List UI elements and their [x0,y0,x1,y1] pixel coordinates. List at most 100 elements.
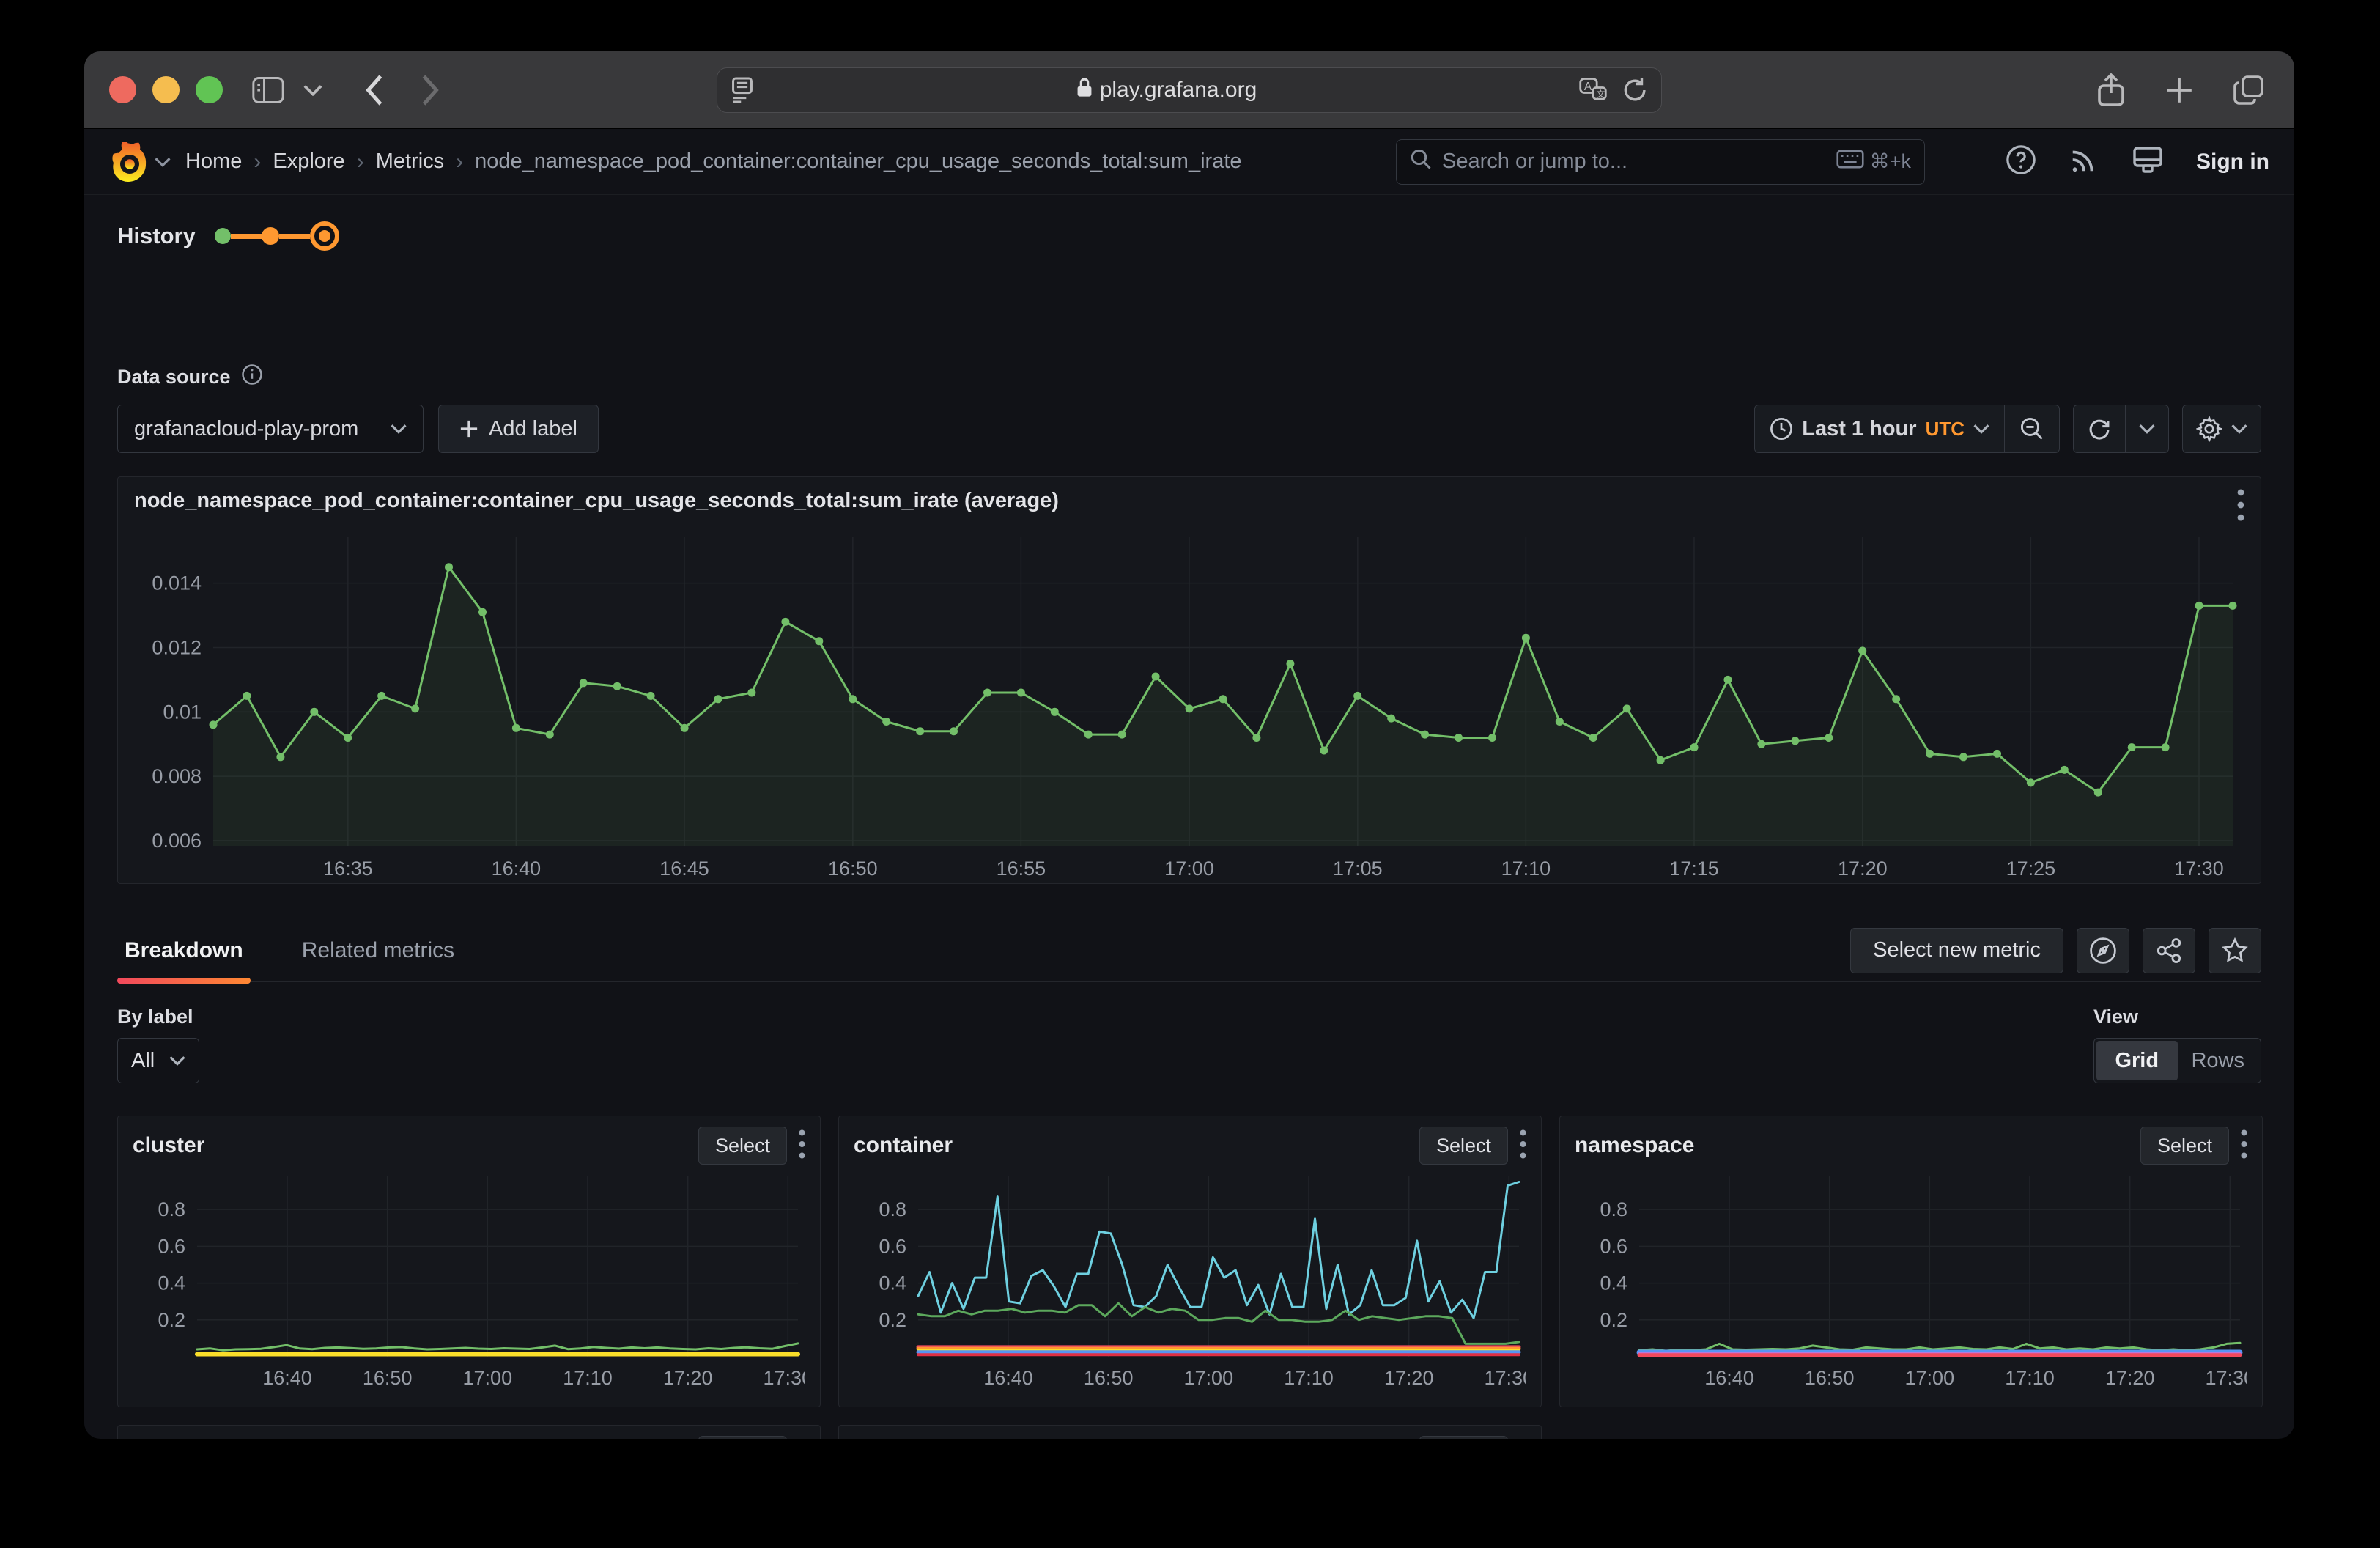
svg-text:17:20: 17:20 [1384,1367,1434,1389]
screen-monitor-icon[interactable] [2132,144,2164,180]
svg-text:16:40: 16:40 [983,1367,1033,1389]
tab-related-metrics[interactable]: Related metrics [295,919,462,981]
breadcrumb: Home › Explore › Metrics › node_namespac… [185,150,1242,174]
address-bar[interactable]: play.grafana.org A文 [717,67,1662,113]
select-button[interactable]: Select [698,1436,787,1439]
breadcrumb-separator: › [456,150,463,174]
view-grid-option[interactable]: Grid [2096,1041,2178,1080]
select-new-metric-button[interactable]: Select new metric [1850,928,2063,973]
new-tab-button[interactable] [2164,73,2195,108]
back-button[interactable] [365,75,384,106]
tabs-row: Breakdown Related metrics Select new met… [117,919,2261,982]
breadcrumb-home[interactable]: Home [185,150,242,174]
explore-metrics-page: History Data source grafanacloud-play-pr… [84,195,2294,1438]
panel-menu-kebab-icon[interactable] [799,1439,805,1440]
sign-in-button[interactable]: Sign in [2196,150,2269,174]
panel-menu-kebab-icon[interactable] [2237,489,2244,525]
panel-menu-kebab-icon[interactable] [1520,1129,1526,1162]
select-button[interactable]: Select [698,1127,787,1165]
forward-button[interactable] [421,75,440,106]
panel-menu-kebab-icon[interactable] [1520,1439,1526,1440]
grafana-nav-bar: Home › Explore › Metrics › node_namespac… [84,129,2294,195]
svg-text:16:35: 16:35 [323,858,373,880]
zoom-window-button[interactable] [196,76,223,103]
refresh-picker [2073,405,2169,453]
select-button[interactable]: Select [2140,1127,2229,1165]
svg-text:17:00: 17:00 [1184,1367,1234,1389]
tab-breakdown[interactable]: Breakdown [117,919,251,981]
select-button[interactable]: Select [1419,1127,1508,1165]
container-chart[interactable]: 16:4016:5017:0017:1017:2017:300.20.40.60… [854,1166,1526,1393]
select-button[interactable]: Select [1419,1436,1508,1439]
breakdown-panel-namespace: namespace Select 16:4016:5017:0017:1017:… [1559,1116,2263,1407]
reload-icon[interactable] [1623,76,1648,104]
tab-group-chevron-icon[interactable] [303,84,322,96]
svg-text:16:40: 16:40 [262,1367,312,1389]
svg-text:0.4: 0.4 [1600,1272,1627,1294]
help-icon[interactable] [2006,144,2036,179]
breadcrumb-metrics[interactable]: Metrics [376,150,444,174]
time-range-picker[interactable]: Last 1 hour UTC [1754,405,2060,453]
svg-text:0.2: 0.2 [879,1309,906,1331]
history-current-step-icon[interactable] [310,221,339,251]
share-icon[interactable] [2096,73,2126,108]
close-window-button[interactable] [109,76,136,103]
reader-view-icon[interactable] [731,75,754,105]
browser-window: play.grafana.org A文 [84,51,2294,1439]
browser-toolbar: play.grafana.org A文 [84,51,2294,129]
history-step-icon[interactable] [262,227,279,245]
refresh-interval-dropdown[interactable] [2126,405,2168,452]
chevron-down-icon [2231,424,2247,434]
translate-icon[interactable]: A文 [1579,76,1607,104]
sidebar-icon[interactable] [252,76,284,104]
chevron-down-icon [1973,424,1989,434]
add-label-button[interactable]: Add label [438,405,599,453]
compass-icon [2089,937,2117,965]
svg-text:0.8: 0.8 [879,1198,906,1220]
minimize-window-button[interactable] [152,76,180,103]
svg-text:17:00: 17:00 [1905,1367,1955,1389]
share-metric-button[interactable] [2143,928,2195,973]
svg-text:0.014: 0.014 [152,572,202,594]
main-timeseries-chart[interactable]: 16:3516:4016:4516:5016:5517:0017:0517:10… [134,525,2243,884]
bookmark-star-button[interactable] [2209,928,2261,973]
panel-menu-kebab-icon[interactable] [2241,1129,2247,1162]
info-icon[interactable] [241,364,263,391]
tab-overview-icon[interactable] [2233,73,2265,108]
svg-text:0.2: 0.2 [158,1309,185,1331]
zoom-out-icon [2019,416,2044,441]
svg-text:17:20: 17:20 [1838,858,1888,880]
svg-text:17:10: 17:10 [1501,858,1551,880]
svg-text:17:15: 17:15 [1669,858,1719,880]
settings-menu[interactable] [2182,405,2261,453]
refresh-icon [2087,416,2112,441]
history-timeline[interactable] [215,221,339,251]
history-step-icon[interactable] [215,228,231,244]
svg-text:0.6: 0.6 [1600,1235,1627,1257]
news-rss-icon[interactable] [2069,144,2099,179]
svg-text:17:30: 17:30 [1485,1367,1526,1389]
panel-menu-kebab-icon[interactable] [799,1129,805,1162]
datasource-select[interactable]: grafanacloud-play-prom [117,405,424,453]
svg-text:17:00: 17:00 [1164,858,1214,880]
svg-text:16:55: 16:55 [997,858,1046,880]
search-icon [1410,148,1432,176]
view-rows-option[interactable]: Rows [2178,1041,2259,1080]
breakdown-grid: cluster Select 16:4016:5017:0017:1017:20… [117,1116,2261,1439]
zoom-out-time-button[interactable] [2005,405,2059,452]
breadcrumb-explore[interactable]: Explore [273,150,344,174]
namespace-chart[interactable]: 16:4016:5017:0017:1017:2017:300.20.40.60… [1575,1166,2247,1393]
search-shortcut: ⌘+k [1870,150,1911,173]
svg-text:16:50: 16:50 [828,858,878,880]
explore-compass-button[interactable] [2077,928,2129,973]
by-label-select[interactable]: All [117,1038,199,1083]
refresh-button[interactable] [2074,405,2125,452]
svg-text:0.012: 0.012 [152,636,202,658]
star-icon [2221,937,2249,965]
cluster-chart[interactable]: 16:4016:5017:0017:1017:2017:300.20.40.60… [133,1166,805,1393]
timezone-badge: UTC [1926,418,1965,441]
search-input[interactable]: Search or jump to... ⌘+k [1396,139,1925,185]
grafana-logo[interactable] [109,142,171,182]
svg-text:17:10: 17:10 [563,1367,613,1389]
svg-text:17:30: 17:30 [2206,1367,2247,1389]
